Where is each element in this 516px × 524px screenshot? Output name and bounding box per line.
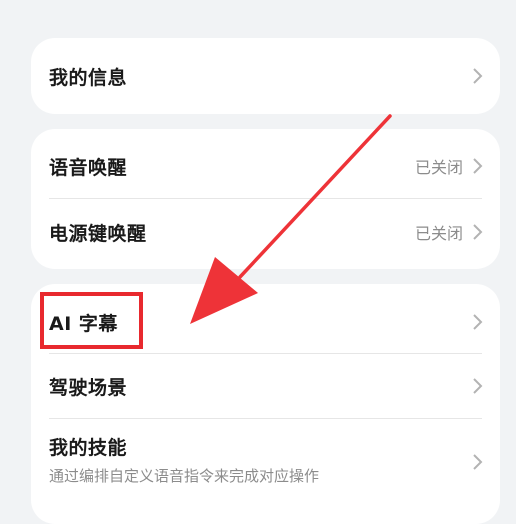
power-key-wakeup-label: 电源键唤醒 bbox=[49, 222, 147, 245]
voice-wakeup-label: 语音唤醒 bbox=[49, 156, 128, 179]
my-info-label: 我的信息 bbox=[49, 66, 128, 89]
voice-wakeup-row[interactable]: 语音唤醒 已关闭 bbox=[31, 133, 500, 199]
chevron-right-icon bbox=[473, 224, 483, 240]
voice-wakeup-status: 已关闭 bbox=[414, 158, 463, 177]
power-key-wakeup-status: 已关闭 bbox=[414, 224, 463, 243]
driving-scene-label: 驾驶场景 bbox=[49, 376, 128, 399]
chevron-right-icon bbox=[473, 314, 483, 330]
my-skills-row[interactable]: 我的技能 通过编排自定义语音指令来完成对应操作 bbox=[31, 419, 500, 509]
power-key-wakeup-row[interactable]: 电源键唤醒 已关闭 bbox=[31, 199, 500, 265]
chevron-right-icon bbox=[473, 378, 483, 394]
my-info-row[interactable]: 我的信息 bbox=[31, 38, 500, 114]
highlight-box bbox=[40, 292, 143, 349]
driving-scene-row[interactable]: 驾驶场景 bbox=[31, 354, 500, 418]
card-my-info: 我的信息 bbox=[31, 38, 500, 114]
my-skills-description: 通过编排自定义语音指令来完成对应操作 bbox=[49, 467, 320, 485]
chevron-right-icon bbox=[473, 454, 483, 470]
chevron-right-icon bbox=[473, 68, 483, 84]
my-skills-label: 我的技能 bbox=[49, 437, 128, 459]
chevron-right-icon bbox=[473, 158, 483, 174]
card-wakeup: 语音唤醒 已关闭 电源键唤醒 已关闭 bbox=[31, 129, 500, 269]
